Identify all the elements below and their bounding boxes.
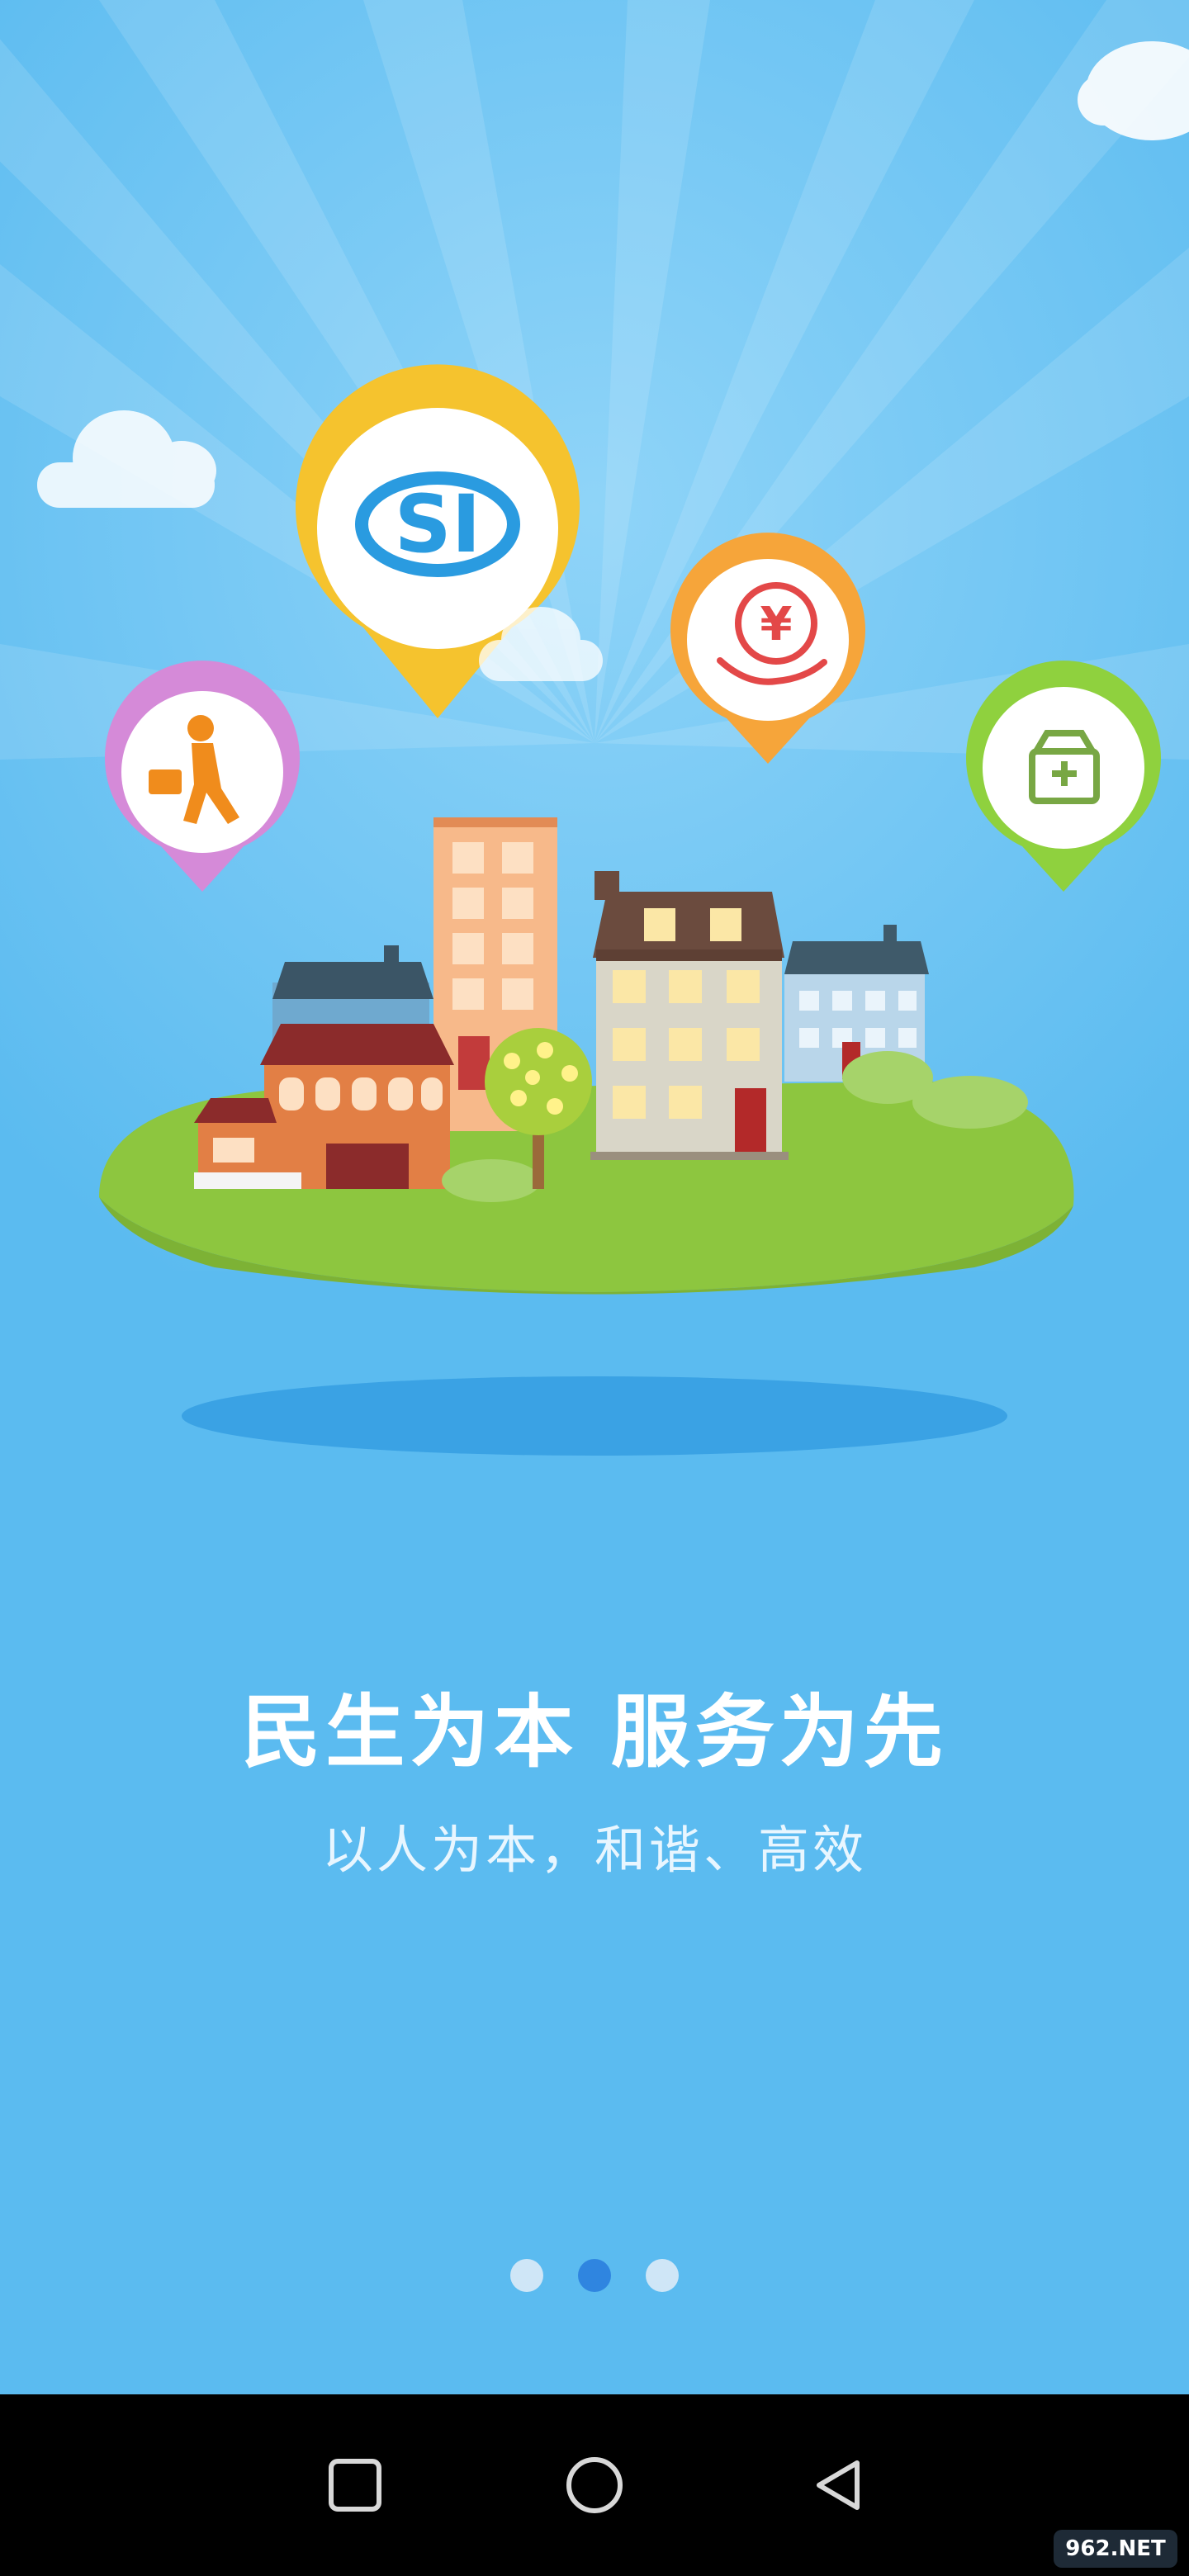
circle-home-icon [566, 2457, 623, 2513]
slogan-subline: 以人为本，和谐、高效 [321, 1820, 867, 1880]
splash-screen: SI ¥ 民生为本 服务为先 以人为本，和谐、高效 962.NET [0, 0, 1189, 2576]
beige-building [590, 871, 789, 1160]
home-button[interactable] [537, 2427, 652, 2543]
page-dot-3[interactable] [646, 2259, 679, 2292]
square-recents-icon [329, 2459, 381, 2512]
si-logo-text: SI [395, 478, 481, 571]
page-dot-2[interactable] [578, 2259, 611, 2292]
yen-symbol: ¥ [760, 598, 793, 651]
back-button[interactable] [780, 2427, 896, 2543]
island-shadow [182, 1376, 1007, 1456]
slogan-headline: 民生为本 服务为先 [241, 1686, 948, 1778]
watermark-logo: 962.NET [1054, 2530, 1177, 2568]
hero-illustration: SI ¥ [0, 0, 1189, 2394]
page-dot-1[interactable] [510, 2259, 543, 2292]
recents-button[interactable] [297, 2427, 413, 2543]
triangle-back-icon [817, 2460, 860, 2510]
page-indicator [0, 2259, 1189, 2292]
system-navigation-bar: 962.NET [0, 2394, 1189, 2576]
